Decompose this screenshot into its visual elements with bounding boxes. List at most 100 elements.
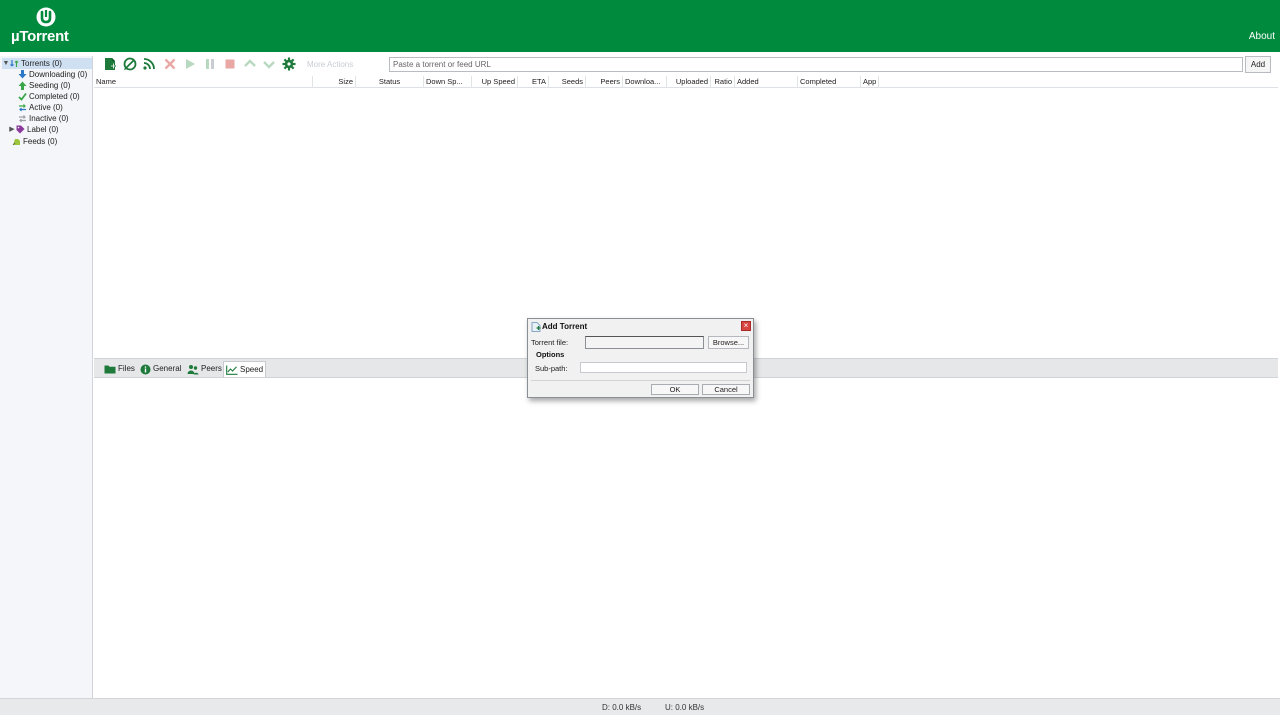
options-heading: Options bbox=[536, 350, 565, 359]
tab-speed[interactable]: Speed bbox=[223, 361, 267, 377]
add-torrent-button[interactable] bbox=[102, 56, 118, 72]
add-url-button[interactable]: Add bbox=[1245, 56, 1271, 73]
download-speed-status: D: 0.0 kB/s bbox=[602, 703, 642, 712]
pause-torrent-button[interactable] bbox=[202, 56, 218, 72]
sidebar-item-torrents[interactable]: ▼ Torrents (0) bbox=[2, 58, 92, 69]
tab-files[interactable]: Files bbox=[102, 361, 137, 377]
column-header-ratio[interactable]: Ratio bbox=[711, 76, 735, 88]
subpath-input[interactable] bbox=[580, 362, 747, 373]
column-header-size[interactable]: Size bbox=[313, 76, 356, 88]
add-torrent-dialog-icon bbox=[531, 322, 541, 332]
logo-wordmark: µTorrent bbox=[11, 28, 69, 45]
sidebar-item-label: Feeds (0) bbox=[23, 137, 58, 146]
torrent-file-field[interactable] bbox=[585, 336, 704, 349]
browse-button[interactable]: Browse... bbox=[708, 336, 749, 349]
column-header-status[interactable]: Status bbox=[356, 76, 424, 88]
expand-triangle-icon[interactable]: ▶ bbox=[8, 124, 16, 135]
sidebar-item-feeds[interactable]: Feeds (0) bbox=[12, 136, 57, 147]
move-down-icon bbox=[263, 61, 275, 69]
sidebar-item-label: Seeding (0) bbox=[29, 81, 71, 90]
dialog-title: Add Torrent bbox=[542, 322, 588, 331]
close-icon: × bbox=[743, 321, 749, 330]
column-header-completed[interactable]: Completed bbox=[798, 76, 861, 88]
column-header-peers[interactable]: Peers bbox=[586, 76, 623, 88]
start-icon bbox=[186, 59, 195, 69]
add-torrent-icon bbox=[105, 58, 116, 70]
torrent-list-header: Name Size Status Down Sp... Up Speed ETA… bbox=[94, 76, 1278, 88]
sidebar-item-label: Active (0) bbox=[29, 103, 63, 112]
main-toolbar: More Actions Add bbox=[94, 55, 1280, 75]
add-torrent-url-button[interactable] bbox=[122, 56, 138, 72]
dialog-title-bar[interactable]: Add Torrent × bbox=[528, 319, 753, 334]
settings-icon bbox=[282, 57, 296, 71]
checkmark-icon bbox=[18, 92, 27, 101]
dialog-separator bbox=[531, 380, 750, 381]
add-torrent-dialog: Add Torrent × Torrent file: Browse... Op… bbox=[527, 318, 754, 398]
subpath-label: Sub-path: bbox=[535, 364, 568, 373]
add-rss-feed-button[interactable] bbox=[141, 56, 157, 72]
info-icon bbox=[140, 364, 151, 375]
sidebar-item-downloading[interactable]: Downloading (0) bbox=[18, 69, 87, 80]
detail-panel bbox=[94, 378, 1278, 698]
sidebar-item-seeding[interactable]: Seeding (0) bbox=[18, 80, 70, 91]
torrents-icon bbox=[10, 59, 19, 68]
column-header-eta[interactable]: ETA bbox=[518, 76, 549, 88]
category-sidebar: ▼ Torrents (0) Downloading (0) Seeding (… bbox=[0, 56, 93, 698]
more-actions-button[interactable]: More Actions bbox=[307, 60, 353, 69]
torrent-file-label: Torrent file: bbox=[531, 338, 569, 347]
sidebar-item-label: Torrents (0) bbox=[21, 59, 62, 68]
column-header-up-speed[interactable]: Up Speed bbox=[472, 76, 518, 88]
column-header-downloaded[interactable]: Downloa... bbox=[623, 76, 667, 88]
column-header-added[interactable]: Added bbox=[735, 76, 798, 88]
add-rss-icon bbox=[143, 58, 155, 70]
inactive-transfer-icon bbox=[18, 114, 27, 123]
sidebar-item-label: Label (0) bbox=[27, 125, 59, 134]
column-header-seeds[interactable]: Seeds bbox=[549, 76, 586, 88]
app-header: µTorrent About bbox=[0, 0, 1280, 52]
remove-icon bbox=[164, 58, 176, 70]
sidebar-item-label: Downloading (0) bbox=[29, 70, 88, 79]
sidebar-item-active[interactable]: Active (0) bbox=[18, 102, 63, 113]
remove-torrent-button[interactable] bbox=[162, 56, 178, 72]
sidebar-item-label-group[interactable]: ▶ Label (0) bbox=[8, 124, 59, 135]
tab-label: General bbox=[153, 364, 182, 373]
dialog-close-button[interactable]: × bbox=[741, 321, 751, 331]
active-transfer-icon bbox=[18, 103, 27, 112]
sidebar-item-label: Completed (0) bbox=[29, 92, 80, 101]
column-header-down-speed[interactable]: Down Sp... bbox=[424, 76, 472, 88]
tab-peers[interactable]: Peers bbox=[185, 361, 224, 377]
column-header-name[interactable]: Name bbox=[94, 76, 313, 88]
collapse-triangle-icon[interactable]: ▼ bbox=[2, 58, 10, 69]
sidebar-item-completed[interactable]: Completed (0) bbox=[18, 91, 80, 102]
sidebar-item-inactive[interactable]: Inactive (0) bbox=[18, 113, 69, 124]
start-torrent-button[interactable] bbox=[182, 56, 198, 72]
sidebar-item-label: Inactive (0) bbox=[29, 114, 69, 123]
about-link[interactable]: About bbox=[1249, 31, 1275, 42]
folder-icon bbox=[104, 364, 116, 374]
torrent-list[interactable] bbox=[94, 89, 1278, 357]
move-up-queue-button[interactable] bbox=[242, 56, 258, 72]
move-down-queue-button[interactable] bbox=[261, 56, 277, 72]
speed-chart-icon bbox=[226, 365, 238, 375]
status-bar: D: 0.0 kB/s U: 0.0 kB/s bbox=[0, 698, 1280, 715]
peers-icon bbox=[187, 364, 199, 375]
stop-torrent-button[interactable] bbox=[222, 56, 238, 72]
feeds-icon bbox=[12, 137, 21, 146]
stop-icon bbox=[225, 59, 235, 69]
download-arrow-icon bbox=[18, 70, 27, 79]
tab-label: Speed bbox=[240, 364, 264, 374]
tab-label: Files bbox=[118, 364, 135, 373]
column-header-uploaded[interactable]: Uploaded bbox=[667, 76, 711, 88]
move-up-icon bbox=[244, 59, 256, 67]
utorrent-logo-icon bbox=[36, 7, 56, 27]
tab-general[interactable]: General bbox=[138, 361, 183, 377]
ok-button[interactable]: OK bbox=[651, 384, 699, 395]
column-header-app[interactable]: App bbox=[861, 76, 879, 88]
settings-button[interactable] bbox=[281, 56, 297, 72]
add-url-icon bbox=[123, 57, 137, 71]
torrent-url-input[interactable] bbox=[389, 57, 1243, 72]
tab-label: Peers bbox=[201, 364, 222, 373]
utorrent-logo: µTorrent bbox=[10, 5, 82, 45]
cancel-button[interactable]: Cancel bbox=[702, 384, 750, 395]
upload-arrow-icon bbox=[18, 81, 27, 90]
